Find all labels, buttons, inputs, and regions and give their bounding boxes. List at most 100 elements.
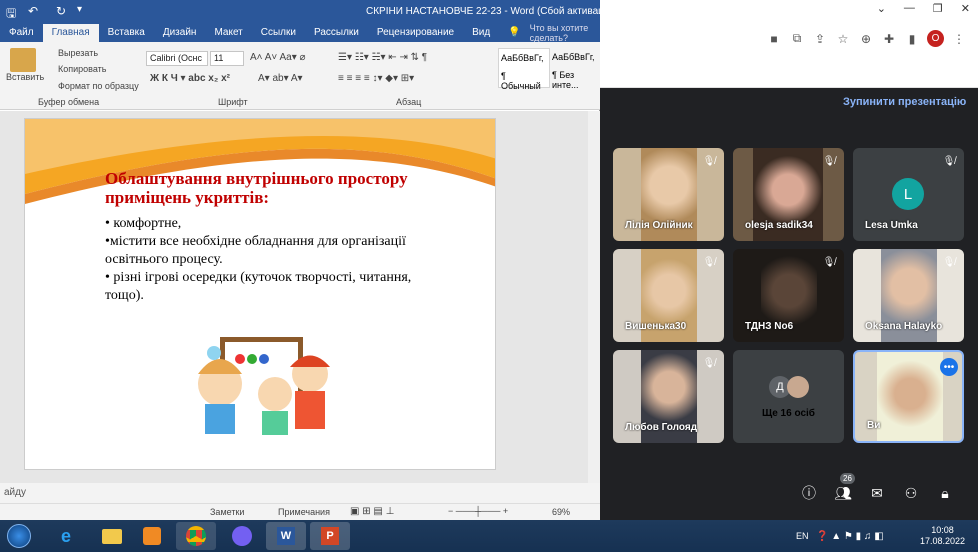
start-button[interactable] <box>4 522 34 550</box>
paragraph-group-label: Абзац <box>396 97 422 107</box>
participant-tile[interactable]: 🎙︎̸ Лілія Олійник <box>613 148 724 241</box>
menu-dots-icon[interactable]: ⋮ <box>951 31 967 47</box>
word-title-bar: 🖫 ↶ ↻ ▾ СКРІНИ НАСТАНОВЧЕ 22-23 - Word (… <box>0 0 645 25</box>
tab-mailings[interactable]: Рассылки <box>305 24 368 42</box>
participant-tile[interactable]: L 🎙︎̸ Lesa Umka <box>853 148 964 241</box>
translate-icon[interactable]: ⧉ <box>789 31 805 47</box>
qat-more-icon[interactable]: ▾ <box>77 4 82 15</box>
save-icon[interactable]: 🖫 <box>6 4 16 25</box>
font-name-select[interactable]: Calibri (Оснс <box>146 51 208 66</box>
ie-icon[interactable]: e <box>46 522 86 550</box>
language-indicator[interactable]: EN <box>796 520 809 552</box>
tab-insert[interactable]: Вставка <box>99 24 154 42</box>
status-text: айду <box>4 487 26 498</box>
explorer-icon[interactable] <box>92 522 132 550</box>
paste-icon[interactable] <box>10 48 36 72</box>
tab-view[interactable]: Вид <box>463 24 499 42</box>
slide-title: Облаштування внутрішнього простору примі… <box>105 169 408 207</box>
word-taskbar-icon[interactable]: W <box>266 522 306 550</box>
powerpoint-taskbar-icon[interactable]: P <box>310 522 350 550</box>
tab-design[interactable]: Дизайн <box>154 24 206 42</box>
tab-home[interactable]: Главная <box>42 24 99 42</box>
minimize-icon[interactable]: — <box>904 2 915 15</box>
extension-globe-icon[interactable]: ⊕ <box>858 31 874 47</box>
slide-bullet: • різні ігрові осередки (куточок творчос… <box>105 270 412 303</box>
profile-avatar[interactable]: O <box>927 30 944 47</box>
close-icon[interactable]: ✕ <box>961 2 970 15</box>
mic-off-icon: 🎙︎̸ <box>942 256 956 268</box>
redo-icon[interactable]: ↻ <box>56 4 66 18</box>
tab-file[interactable]: Файл <box>0 24 43 42</box>
ribbon-tabs: Файл Главная Вставка Дизайн Макет Ссылки… <box>0 23 600 43</box>
chevron-down-icon[interactable]: ⌄ <box>877 2 886 15</box>
style-no-spacing[interactable]: АаБбВвГг, ¶ Без инте... <box>550 48 602 90</box>
notes-button[interactable]: Заметки <box>210 507 244 517</box>
ribbon: Вставить Вырезать Копировать Формат по о… <box>0 42 600 110</box>
window-controls: ⌄ — ❐ ✕ <box>877 2 970 15</box>
maximize-icon[interactable]: ❐ <box>933 2 943 15</box>
slide-bullet: • комфортне, <box>105 216 182 231</box>
participant-tile[interactable]: 🎙︎̸ Вишенька30 <box>613 249 724 342</box>
copy-button[interactable]: Копировать <box>58 64 106 74</box>
participant-tile[interactable]: 🎙︎̸ Oksana Halayko <box>853 249 964 342</box>
participant-tile[interactable]: 🎙︎̸ olesja sadik34 <box>733 148 844 241</box>
share-icon[interactable]: ⇪ <box>812 31 828 47</box>
align-buttons[interactable]: ≡ ≡ ≡ ≡ ↕▾ ◆▾ ⊞▾ <box>338 73 414 84</box>
mic-off-icon: 🎙︎̸ <box>942 155 956 167</box>
vertical-scrollbar[interactable] <box>588 111 600 483</box>
meet-controls: ⓘ 👥︎ 26 ✉ ⚇ 🔒︎ <box>800 473 954 502</box>
stop-presenting-button[interactable]: Зупинити презентацію <box>843 96 966 108</box>
participant-name: Lesa Umka <box>865 220 918 231</box>
chrome-icon[interactable] <box>176 522 216 550</box>
participant-name: olesja sadik34 <box>745 220 813 231</box>
media-player-icon[interactable] <box>132 522 172 550</box>
comments-button[interactable]: Примечания <box>278 507 330 517</box>
participant-tile-more[interactable]: Д Ще 16 осіб <box>733 350 844 443</box>
tell-me-box[interactable]: Что вы хотите сделать? <box>530 23 600 43</box>
viber-icon[interactable] <box>222 522 262 550</box>
star-icon[interactable]: ☆ <box>835 31 851 47</box>
tab-review[interactable]: Рецензирование <box>368 24 463 42</box>
mic-off-icon: 🎙︎̸ <box>822 155 836 167</box>
format-painter-button[interactable]: Формат по образцу <box>58 81 139 91</box>
tab-layout[interactable]: Макет <box>205 24 251 42</box>
zoom-slider[interactable]: − ───┼─── + <box>448 506 508 516</box>
participant-avatar: L <box>892 178 924 210</box>
style-normal[interactable]: АаБбВвГг, ¶ Обычный <box>498 48 550 91</box>
self-tile[interactable]: ••• Ви <box>853 350 964 443</box>
mic-off-icon: 🎙︎̸ <box>702 256 716 268</box>
tab-references[interactable]: Ссылки <box>252 24 305 42</box>
color-buttons[interactable]: A▾ ab▾ A▾ <box>258 73 303 84</box>
info-icon[interactable]: ⓘ <box>800 484 818 502</box>
paste-button[interactable]: Вставить <box>6 72 44 82</box>
participant-tile[interactable]: 🎙︎̸ ТДНЗ No6 <box>733 249 844 342</box>
people-icon[interactable]: 👥︎ 26 <box>834 473 855 502</box>
mic-off-icon: 🎙︎̸ <box>702 357 716 369</box>
host-controls-icon[interactable]: 🔒︎ <box>936 484 954 502</box>
participant-name: Лілія Олійник <box>625 220 693 231</box>
mic-off-icon: 🎙︎̸ <box>822 256 836 268</box>
taskbar: e W P EN ❓ ▲ ⚑ ▮ ♫ ◧ 10:08 17.08.2022 <box>0 520 978 552</box>
undo-icon[interactable]: ↶ <box>28 4 38 18</box>
style-name: ¶ Без инте... <box>552 70 579 90</box>
cut-button[interactable]: Вырезать <box>58 48 98 58</box>
slide: Облаштування внутрішнього простору примі… <box>24 118 496 470</box>
clock[interactable]: 10:08 17.08.2022 <box>920 520 965 552</box>
font-size-select[interactable]: 11 <box>210 51 244 66</box>
list-buttons[interactable]: ☰▾ ☷▾ ☵▾ ⇤ ⇥ ⇅ ¶ <box>338 52 427 63</box>
style-name: ¶ Обычный <box>501 71 541 91</box>
participant-tile[interactable]: 🎙︎̸ Любов Голояд <box>613 350 724 443</box>
tray-icons[interactable]: ❓ ▲ ⚑ ▮ ♫ ◧ <box>816 520 884 552</box>
chat-icon[interactable]: ✉ <box>868 484 886 502</box>
camera-icon[interactable]: ■ <box>766 31 782 47</box>
font-grow-icon[interactable]: A˄ A˅ Aa▾ ⌀ <box>250 52 306 63</box>
style-preview: АаБбВвГг, <box>501 53 544 63</box>
zoom-level[interactable]: 69% <box>552 507 570 517</box>
puzzle-icon[interactable]: ✚ <box>881 31 897 47</box>
sidebar-icon[interactable]: ▮ <box>904 31 920 47</box>
view-mode-icons[interactable]: ▣ ⊞ ▤ ⊥ <box>350 506 394 517</box>
lightbulb-icon: 💡 <box>508 27 521 38</box>
more-options-icon[interactable]: ••• <box>940 358 958 376</box>
format-buttons[interactable]: Ж К Ч ▾ abc x₂ x² <box>150 73 230 84</box>
activities-icon[interactable]: ⚇ <box>902 484 920 502</box>
